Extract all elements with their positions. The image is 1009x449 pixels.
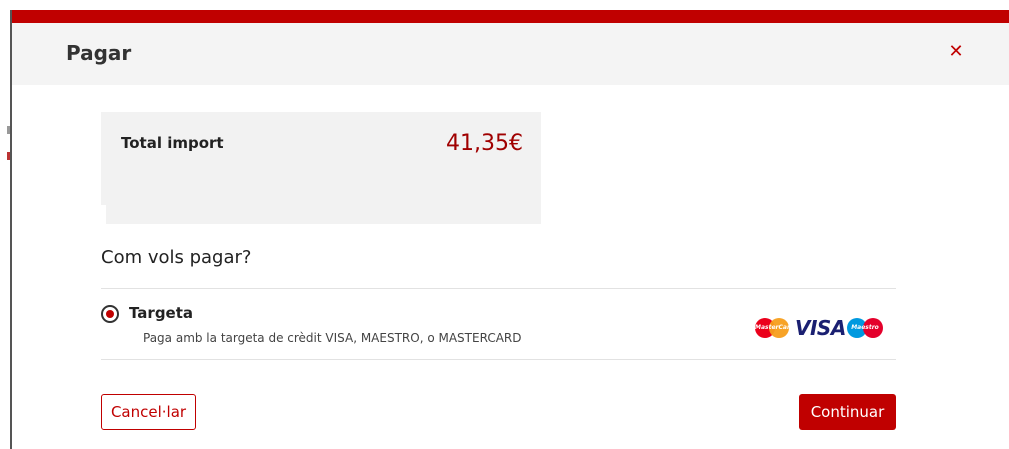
- summary-notch: [101, 205, 106, 224]
- divider: [101, 359, 896, 360]
- card-logos: MasterCard VISA Maestro: [755, 315, 890, 341]
- radio-selected-dot: [106, 310, 114, 318]
- background-edge: [0, 0, 12, 449]
- cancel-button[interactable]: Cancel·lar: [101, 394, 196, 430]
- total-label: Total import: [121, 134, 224, 152]
- maestro-logo-text: Maestro: [851, 324, 879, 331]
- payment-option-card[interactable]: Targeta Paga amb la targeta de crèdit VI…: [101, 301, 896, 353]
- total-amount: 41,35€: [446, 131, 523, 156]
- divider: [101, 288, 896, 289]
- payment-modal: Pagar ✕ Total import 41,35€ Com vols pag…: [12, 23, 1009, 449]
- visa-logo: VISA: [795, 316, 846, 340]
- modal-header: Pagar ✕: [12, 23, 1009, 85]
- top-bar: [0, 0, 1009, 23]
- card-radio[interactable]: [101, 305, 119, 323]
- close-icon[interactable]: ✕: [945, 41, 967, 63]
- mastercard-logo: MasterCard: [755, 318, 797, 338]
- total-summary: Total import 41,35€: [101, 112, 541, 224]
- continue-button[interactable]: Continuar: [799, 394, 896, 430]
- modal-title: Pagar: [66, 41, 132, 65]
- option-label[interactable]: Targeta: [129, 304, 193, 322]
- mastercard-logo-text: MasterCard: [755, 324, 795, 331]
- edge-mark: [7, 126, 10, 134]
- option-description: Paga amb la targeta de crèdit VISA, MAES…: [143, 331, 522, 345]
- maestro-logo: Maestro: [847, 318, 891, 338]
- payment-question: Com vols pagar?: [101, 247, 252, 268]
- brand-stripe: [12, 10, 1009, 23]
- edge-mark: [7, 152, 10, 160]
